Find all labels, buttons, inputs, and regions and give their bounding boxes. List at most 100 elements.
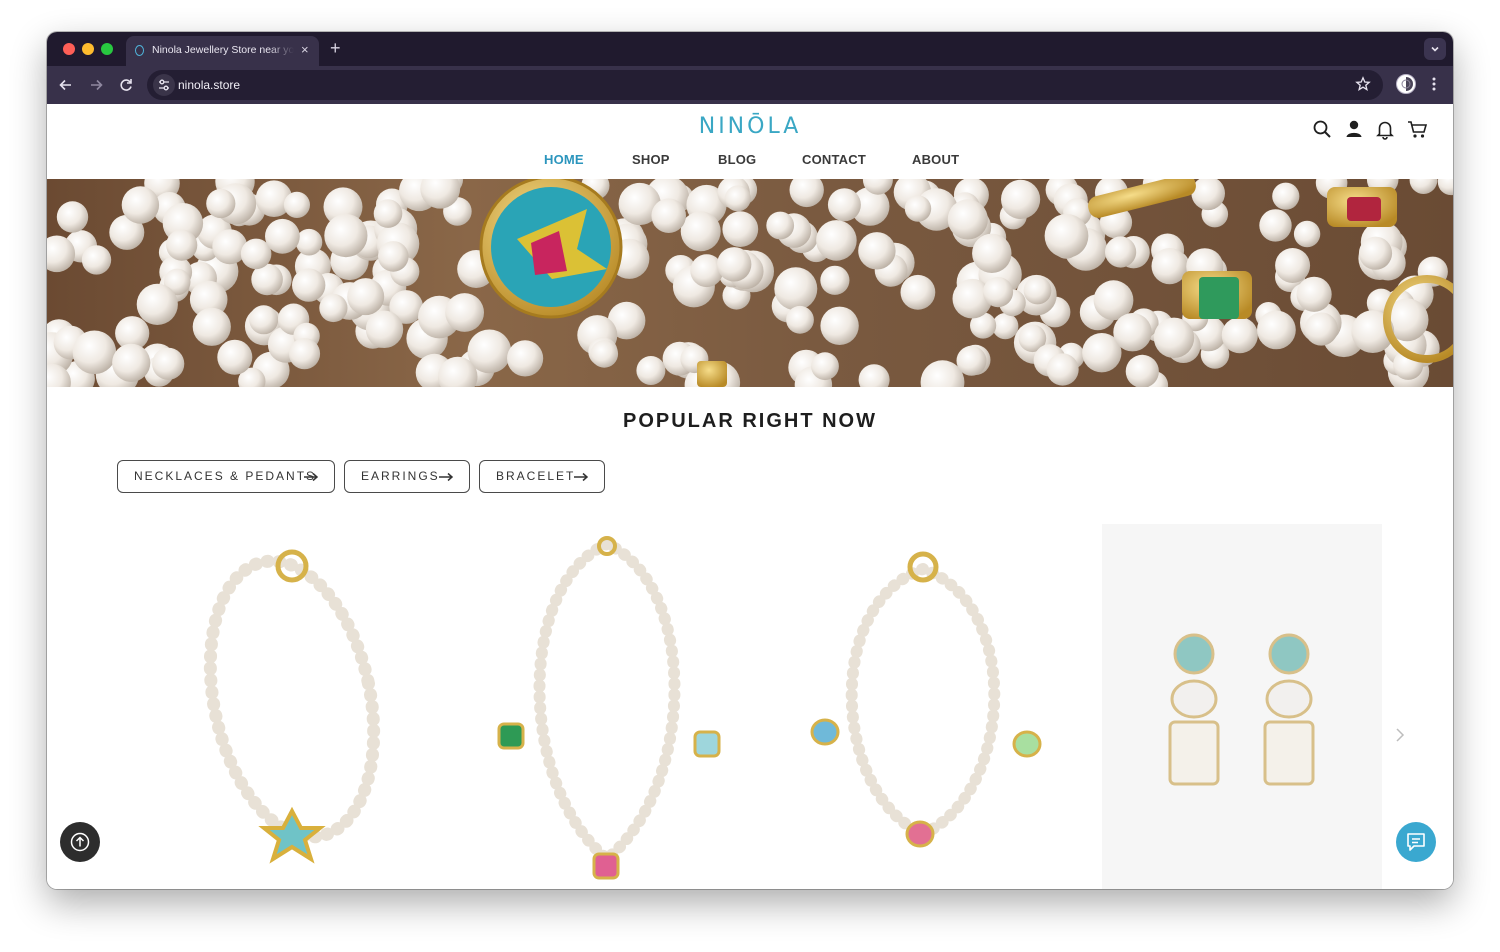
pearl-bead bbox=[590, 340, 619, 368]
product-card[interactable] bbox=[803, 524, 1063, 889]
tab-favicon-icon bbox=[135, 45, 144, 56]
pearl-necklace-three-gems-image bbox=[497, 536, 721, 880]
pearl-bead bbox=[192, 307, 231, 346]
pearl-bead bbox=[1257, 310, 1296, 350]
pearl-bead bbox=[1358, 236, 1393, 270]
tab-search-button[interactable] bbox=[1424, 38, 1446, 60]
browser-menu-button[interactable] bbox=[1427, 74, 1441, 94]
pearl-necklace-star-charm-image bbox=[203, 549, 381, 864]
category-label: EARRINGS bbox=[361, 469, 440, 483]
site-info-button[interactable] bbox=[153, 74, 175, 96]
nav-about[interactable]: ABOUT bbox=[912, 152, 959, 167]
address-bar[interactable]: ninola.store bbox=[147, 70, 1383, 100]
arrow-up-circle-icon bbox=[70, 832, 90, 852]
pearl-bead bbox=[1296, 276, 1332, 312]
pearl-bead bbox=[956, 345, 987, 376]
browser-tab[interactable]: Ninola Jewellery Store near you × bbox=[126, 36, 319, 66]
nav-contact[interactable]: CONTACT bbox=[802, 152, 866, 167]
tab-close-button[interactable]: × bbox=[301, 42, 309, 58]
pearl-bead bbox=[445, 293, 484, 332]
pearl-bead bbox=[858, 364, 890, 387]
url-text: ninola.store bbox=[178, 78, 241, 92]
account-button[interactable] bbox=[1343, 118, 1365, 140]
pearl-bead bbox=[373, 199, 403, 228]
pearl-bead bbox=[816, 220, 857, 261]
minimize-window-button[interactable] bbox=[82, 43, 94, 55]
cart-button[interactable] bbox=[1406, 118, 1428, 140]
earring-right bbox=[1263, 633, 1315, 786]
close-window-button[interactable] bbox=[63, 43, 75, 55]
category-earrings-button[interactable]: EARRINGS bbox=[344, 460, 470, 493]
chevron-right-icon bbox=[1396, 728, 1405, 742]
pearl-bead bbox=[827, 188, 861, 222]
user-icon bbox=[1346, 120, 1362, 137]
pearl-bead bbox=[1272, 182, 1300, 210]
search-button[interactable] bbox=[1311, 118, 1333, 140]
notifications-button[interactable] bbox=[1374, 118, 1396, 140]
category-bracelet-button[interactable]: BRACELET bbox=[479, 460, 605, 493]
pearl-bead bbox=[1044, 214, 1089, 258]
product-card[interactable] bbox=[1102, 524, 1382, 889]
pearl-bead bbox=[774, 267, 818, 311]
pearl-bead bbox=[1001, 179, 1041, 219]
pearl-bead bbox=[1304, 312, 1338, 346]
pearl-bead bbox=[378, 241, 409, 272]
crystal-drop-earrings-image bbox=[1102, 524, 1382, 889]
reload-button[interactable] bbox=[115, 74, 137, 96]
pearl-bead bbox=[1105, 236, 1137, 268]
carousel-next-button[interactable] bbox=[1393, 726, 1407, 744]
chevron-down-icon bbox=[1431, 46, 1439, 52]
chat-button[interactable] bbox=[1396, 822, 1436, 862]
search-icon bbox=[1313, 120, 1331, 138]
pearl-bead bbox=[112, 343, 151, 382]
pearl-bead bbox=[1046, 353, 1079, 386]
pearl-bead bbox=[365, 310, 404, 348]
section-title: POPULAR RIGHT NOW bbox=[623, 410, 877, 432]
browser-titlebar: Ninola Jewellery Store near you × + bbox=[47, 32, 1453, 66]
pearl-bead bbox=[1437, 179, 1453, 196]
pearl-bead bbox=[265, 218, 300, 254]
pearl-bead bbox=[283, 191, 310, 218]
arrow-right-icon bbox=[91, 79, 103, 91]
pearl-bead bbox=[722, 211, 759, 247]
pearl-bead bbox=[249, 305, 279, 335]
maximize-window-button[interactable] bbox=[101, 43, 113, 55]
new-tab-button[interactable]: + bbox=[330, 37, 341, 59]
pearl-bead bbox=[900, 274, 936, 310]
back-button[interactable] bbox=[55, 74, 77, 96]
category-necklaces-button[interactable]: NECKLACES & PEDANTS bbox=[117, 460, 335, 493]
arrow-right-icon bbox=[439, 472, 454, 482]
site-logo[interactable]: NINŌLA bbox=[47, 114, 1453, 139]
profile-avatar[interactable] bbox=[1396, 74, 1416, 94]
pearl-bead bbox=[319, 293, 348, 323]
pearl-bead bbox=[507, 340, 544, 377]
bookmark-star-icon[interactable] bbox=[1355, 76, 1371, 92]
pearl-bead bbox=[680, 211, 721, 252]
web-page: NINŌLA HOME SHOP BLOG CONTACT ABOUT POPU… bbox=[47, 104, 1453, 889]
product-card[interactable] bbox=[167, 524, 417, 889]
pearl-bead bbox=[724, 185, 751, 212]
browser-window: Ninola Jewellery Store near you × + nino… bbox=[47, 32, 1453, 889]
pearl-bead bbox=[651, 198, 686, 233]
browser-toolbar: ninola.store bbox=[47, 66, 1453, 104]
pearl-bead bbox=[136, 283, 178, 325]
forward-button[interactable] bbox=[85, 74, 107, 96]
star-icon bbox=[1355, 76, 1371, 91]
bell-icon bbox=[1376, 121, 1394, 140]
pearl-bead bbox=[1221, 317, 1258, 354]
nav-blog[interactable]: BLOG bbox=[718, 152, 756, 167]
pearl-bead bbox=[292, 268, 326, 302]
product-card[interactable] bbox=[477, 524, 737, 889]
arrow-right-icon bbox=[304, 472, 319, 482]
tab-title: Ninola Jewellery Store near you bbox=[152, 44, 294, 56]
pearl-bead bbox=[1153, 317, 1195, 358]
pearl-bead bbox=[972, 233, 1012, 273]
pearl-bead bbox=[81, 245, 112, 275]
tune-icon bbox=[159, 79, 169, 91]
nav-home[interactable]: HOME bbox=[544, 152, 584, 167]
pearl-jewellery-hero-image bbox=[47, 179, 1453, 387]
nav-shop[interactable]: SHOP bbox=[632, 152, 670, 167]
category-label: NECKLACES & PEDANTS bbox=[134, 469, 317, 483]
scroll-to-top-button[interactable] bbox=[60, 822, 100, 862]
pearl-bead bbox=[72, 330, 117, 375]
